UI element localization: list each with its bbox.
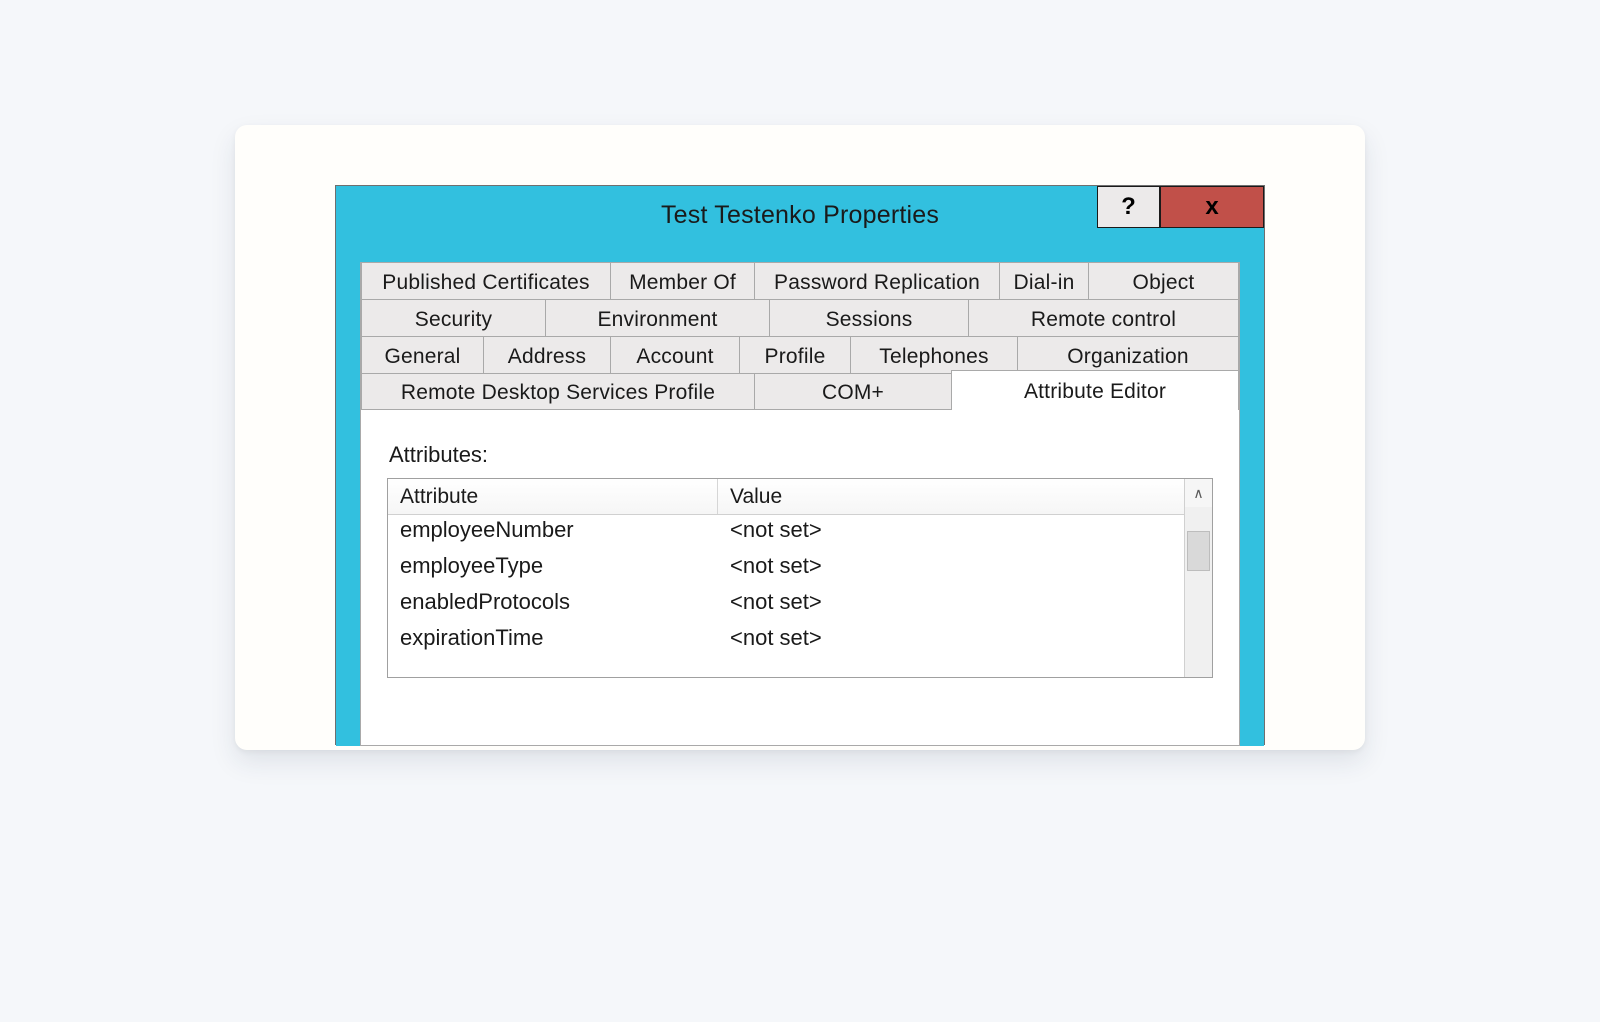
attributes-listview[interactable]: Attribute Value employeeNumber <not set> (387, 478, 1213, 678)
close-button[interactable]: x (1160, 186, 1264, 228)
help-button[interactable]: ? (1097, 186, 1160, 228)
tab-security[interactable]: Security (361, 299, 546, 336)
tab-com-plus[interactable]: COM+ (754, 373, 952, 409)
tab-member-of[interactable]: Member Of (610, 262, 755, 299)
list-item[interactable]: employeeNumber <not set> (388, 515, 1184, 551)
scroll-up-button[interactable]: ∧ (1185, 479, 1212, 507)
properties-window: Test Testenko Properties ? x Published C… (335, 185, 1265, 745)
tab-strip: Published Certificates Member Of Passwor… (361, 262, 1239, 410)
tab-remote-control[interactable]: Remote control (968, 299, 1239, 336)
client-area: Published Certificates Member Of Passwor… (336, 244, 1264, 746)
help-icon: ? (1121, 195, 1136, 219)
tab-account[interactable]: Account (610, 336, 740, 373)
close-icon: x (1205, 195, 1218, 219)
tab-telephones[interactable]: Telephones (850, 336, 1018, 373)
listview-header: Attribute Value (388, 479, 1184, 515)
cell-value: <not set> (718, 587, 1184, 623)
attribute-editor-panel: Attributes: Attribute Value employeeNumb… (361, 410, 1239, 678)
list-item[interactable]: employeeType <not set> (388, 551, 1184, 587)
scroll-thumb[interactable] (1187, 531, 1210, 571)
scrollbar[interactable]: ∧ (1184, 479, 1212, 677)
window-title: Test Testenko Properties (661, 201, 939, 230)
tab-object[interactable]: Object (1088, 262, 1239, 299)
tab-address[interactable]: Address (483, 336, 611, 373)
cell-value: <not set> (718, 515, 1184, 551)
scroll-track[interactable] (1185, 507, 1212, 677)
listview-rows: employeeNumber <not set> employeeType <n… (388, 515, 1184, 677)
list-item[interactable]: expirationTime <not set> (388, 623, 1184, 659)
tab-remote-desktop-services-profile[interactable]: Remote Desktop Services Profile (361, 373, 755, 409)
tab-password-replication[interactable]: Password Replication (754, 262, 1000, 299)
tab-profile[interactable]: Profile (739, 336, 851, 373)
tab-general[interactable]: General (361, 336, 484, 373)
list-item[interactable]: enabledProtocols <not set> (388, 587, 1184, 623)
property-sheet: Published Certificates Member Of Passwor… (360, 262, 1240, 746)
card-container: Test Testenko Properties ? x Published C… (235, 125, 1365, 750)
tab-attribute-editor[interactable]: Attribute Editor (951, 370, 1239, 410)
cell-attribute: expirationTime (388, 623, 718, 659)
tab-dial-in[interactable]: Dial-in (999, 262, 1089, 299)
cell-attribute: employeeNumber (388, 515, 718, 551)
tab-environment[interactable]: Environment (545, 299, 770, 336)
cell-value: <not set> (718, 623, 1184, 659)
column-attribute[interactable]: Attribute (388, 479, 718, 514)
cell-attribute: enabledProtocols (388, 587, 718, 623)
tab-published-certificates[interactable]: Published Certificates (361, 262, 611, 299)
chevron-up-icon: ∧ (1193, 485, 1203, 502)
tab-sessions[interactable]: Sessions (769, 299, 969, 336)
column-value[interactable]: Value (718, 479, 1184, 514)
cell-value: <not set> (718, 551, 1184, 587)
title-bar[interactable]: Test Testenko Properties ? x (336, 186, 1264, 244)
cell-attribute: employeeType (388, 551, 718, 587)
window-controls: ? x (1097, 186, 1264, 228)
tab-organization[interactable]: Organization (1017, 336, 1239, 373)
attributes-label: Attributes: (389, 442, 1213, 468)
